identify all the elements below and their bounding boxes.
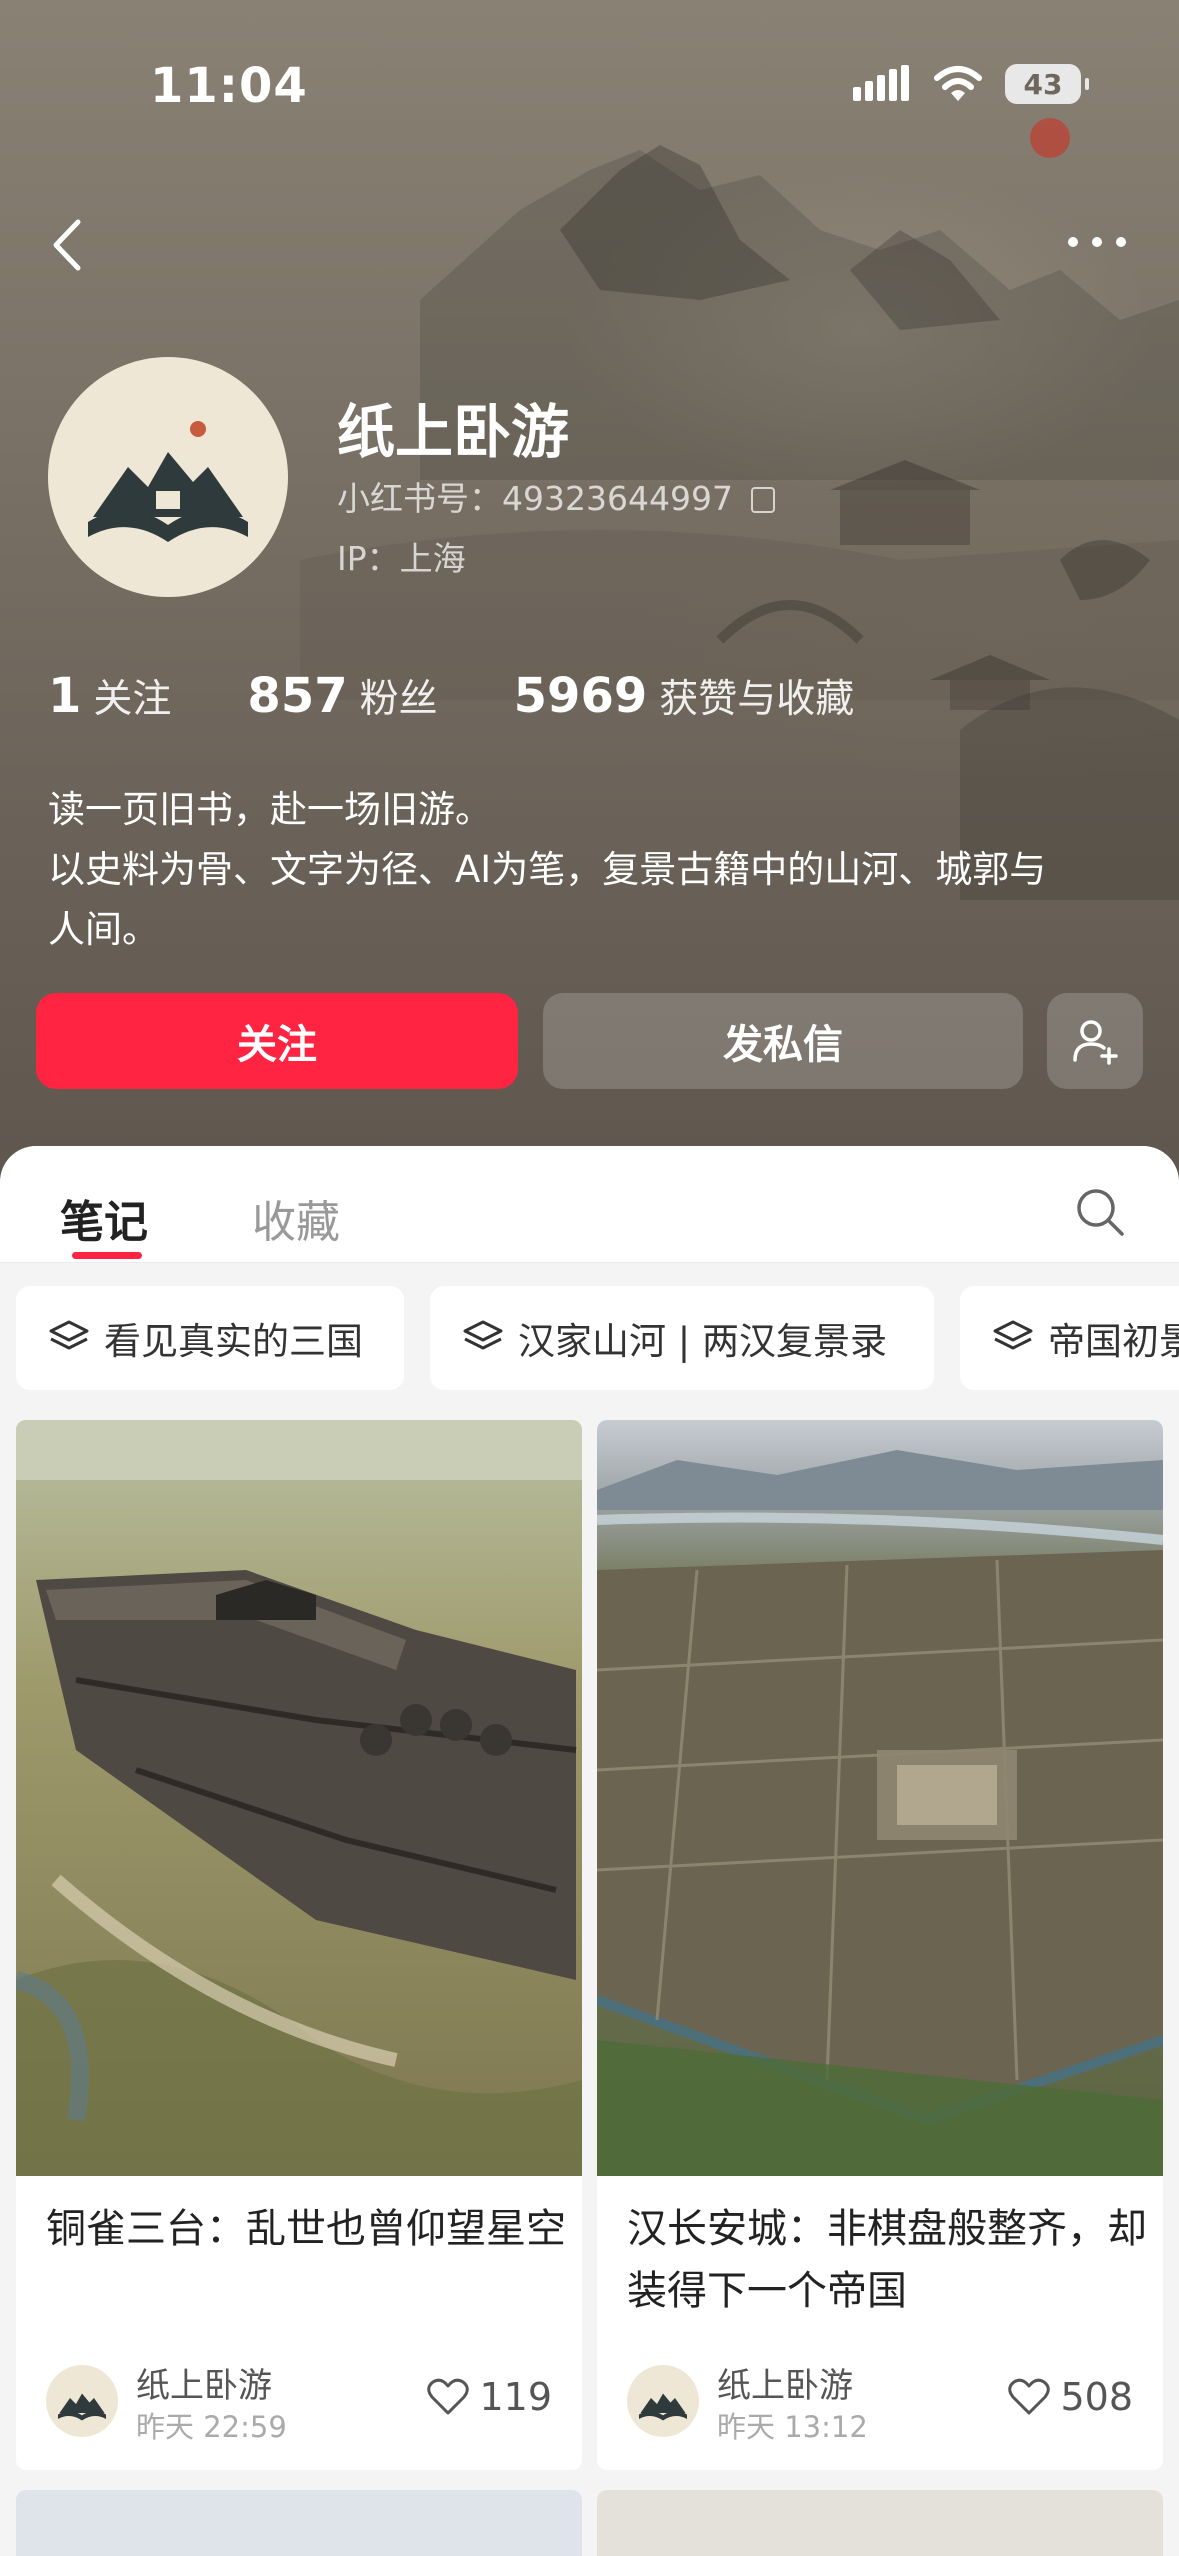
tab-notes[interactable]: 笔记 (60, 1186, 148, 1250)
note-title: 汉长安城：非棋盘般整齐，却装得下一个帝国 (627, 2206, 1147, 2314)
post-time: 昨天 13:12 (717, 2410, 868, 2444)
like-count: 119 (479, 2375, 552, 2419)
stat-followers-count: 857 (247, 668, 348, 724)
status-time: 11:04 (150, 58, 308, 114)
notes-content-panel: 笔记 收藏 看见真实的三国 汉家山河 | 两汉复景录 帝国初景 铜雀三台：乱世也… (0, 1146, 1179, 2556)
stat-following-count: 1 (48, 668, 82, 724)
open-book-logo-icon (88, 421, 248, 542)
collection-chip-label: 汉家山河 | 两汉复景录 (518, 1320, 887, 1363)
author-name[interactable]: 纸上卧游 (717, 2358, 853, 2407)
open-book-logo-icon (58, 2393, 106, 2421)
bio-line: 读一页旧书，赴一场旧游。 (48, 788, 492, 831)
layers-icon (993, 1320, 1033, 1350)
like-button[interactable]: 508 (1008, 2375, 1133, 2419)
heart-icon (427, 2378, 470, 2415)
more-options-icon[interactable] (1062, 222, 1132, 262)
note-cover-image (16, 1420, 582, 2176)
stat-following[interactable]: 1 关注 (48, 668, 171, 724)
profile-avatar[interactable] (48, 357, 288, 597)
add-friend-button[interactable] (1047, 993, 1143, 1089)
heart-icon (1008, 2378, 1051, 2415)
stat-likes-count: 5969 (513, 668, 648, 724)
follow-button[interactable]: 关注 (36, 993, 518, 1089)
battery-indicator: 43 (1005, 64, 1089, 104)
stat-followers-label: 粉丝 (359, 677, 438, 722)
tab-collections[interactable]: 收藏 (252, 1186, 340, 1250)
author-name[interactable]: 纸上卧游 (136, 2358, 272, 2407)
note-card[interactable]: 汉长安城：非棋盘般整齐，却装得下一个帝国 纸上卧游 昨天 13:12 508 (597, 1420, 1163, 2470)
open-book-logo-icon (639, 2393, 687, 2421)
like-count: 508 (1060, 2375, 1133, 2419)
note-card-partial[interactable] (16, 2490, 582, 2556)
post-time: 昨天 22:59 (136, 2410, 287, 2444)
active-tab-indicator (72, 1252, 142, 1259)
stat-likes[interactable]: 5969 获赞与收藏 (514, 668, 855, 724)
collection-chip-label: 看见真实的三国 (104, 1320, 363, 1363)
author-avatar[interactable] (46, 2365, 118, 2437)
profile-red-id: 小红书号：49323644997 (337, 472, 775, 520)
layers-icon (463, 1320, 503, 1350)
collection-chip[interactable]: 汉家山河 | 两汉复景录 (430, 1286, 934, 1390)
status-icons: 43 (853, 64, 1089, 104)
status-bar: 11:04 43 (0, 0, 1179, 150)
copy-icon[interactable] (750, 487, 775, 513)
like-button[interactable]: 119 (427, 2375, 552, 2419)
back-arrow-icon[interactable] (40, 210, 100, 280)
note-title: 铜雀三台：乱世也曾仰望星空 (46, 2206, 566, 2252)
message-button[interactable]: 发私信 (543, 993, 1023, 1089)
collection-chip[interactable]: 看见真实的三国 (16, 1286, 404, 1390)
add-user-icon (1073, 1020, 1118, 1065)
bio-line: 人间。 (48, 908, 159, 951)
author-avatar[interactable] (627, 2365, 699, 2437)
profile-ip-location: IP：上海 (337, 539, 466, 578)
note-card[interactable]: 铜雀三台：乱世也曾仰望星空 纸上卧游 昨天 22:59 119 (16, 1420, 582, 2470)
bio-line: 以史料为骨、文字为径、AI为笔，复景古籍中的山河、城郭与 (48, 848, 1047, 891)
note-cover-image (597, 1420, 1163, 2176)
collection-chip[interactable]: 帝国初景 (960, 1286, 1179, 1390)
stat-followers[interactable]: 857 粉丝 (247, 668, 437, 724)
red-id-text: 小红书号：49323644997 (337, 479, 733, 518)
profile-nickname: 纸上卧游 (337, 398, 570, 466)
stat-following-label: 关注 (93, 677, 172, 722)
wifi-icon (934, 66, 982, 101)
note-card-partial[interactable] (597, 2490, 1163, 2556)
profile-bio: 读一页旧书，赴一场旧游。 以史料为骨、文字为径、AI为笔，复景古籍中的山河、城郭… (48, 780, 1128, 960)
collection-chip-label: 帝国初景 (1048, 1320, 1179, 1363)
profile-stats: 1 关注 857 粉丝 5969 获赞与收藏 (48, 668, 930, 724)
stat-likes-label: 获赞与收藏 (659, 677, 855, 722)
cellular-signal-icon (853, 65, 909, 101)
layers-icon (49, 1320, 89, 1350)
profile-tabs: 笔记 收藏 (0, 1146, 1179, 1263)
collection-chips: 看见真实的三国 汉家山河 | 两汉复景录 帝国初景 (0, 1286, 1179, 1390)
search-icon[interactable] (1074, 1186, 1126, 1238)
